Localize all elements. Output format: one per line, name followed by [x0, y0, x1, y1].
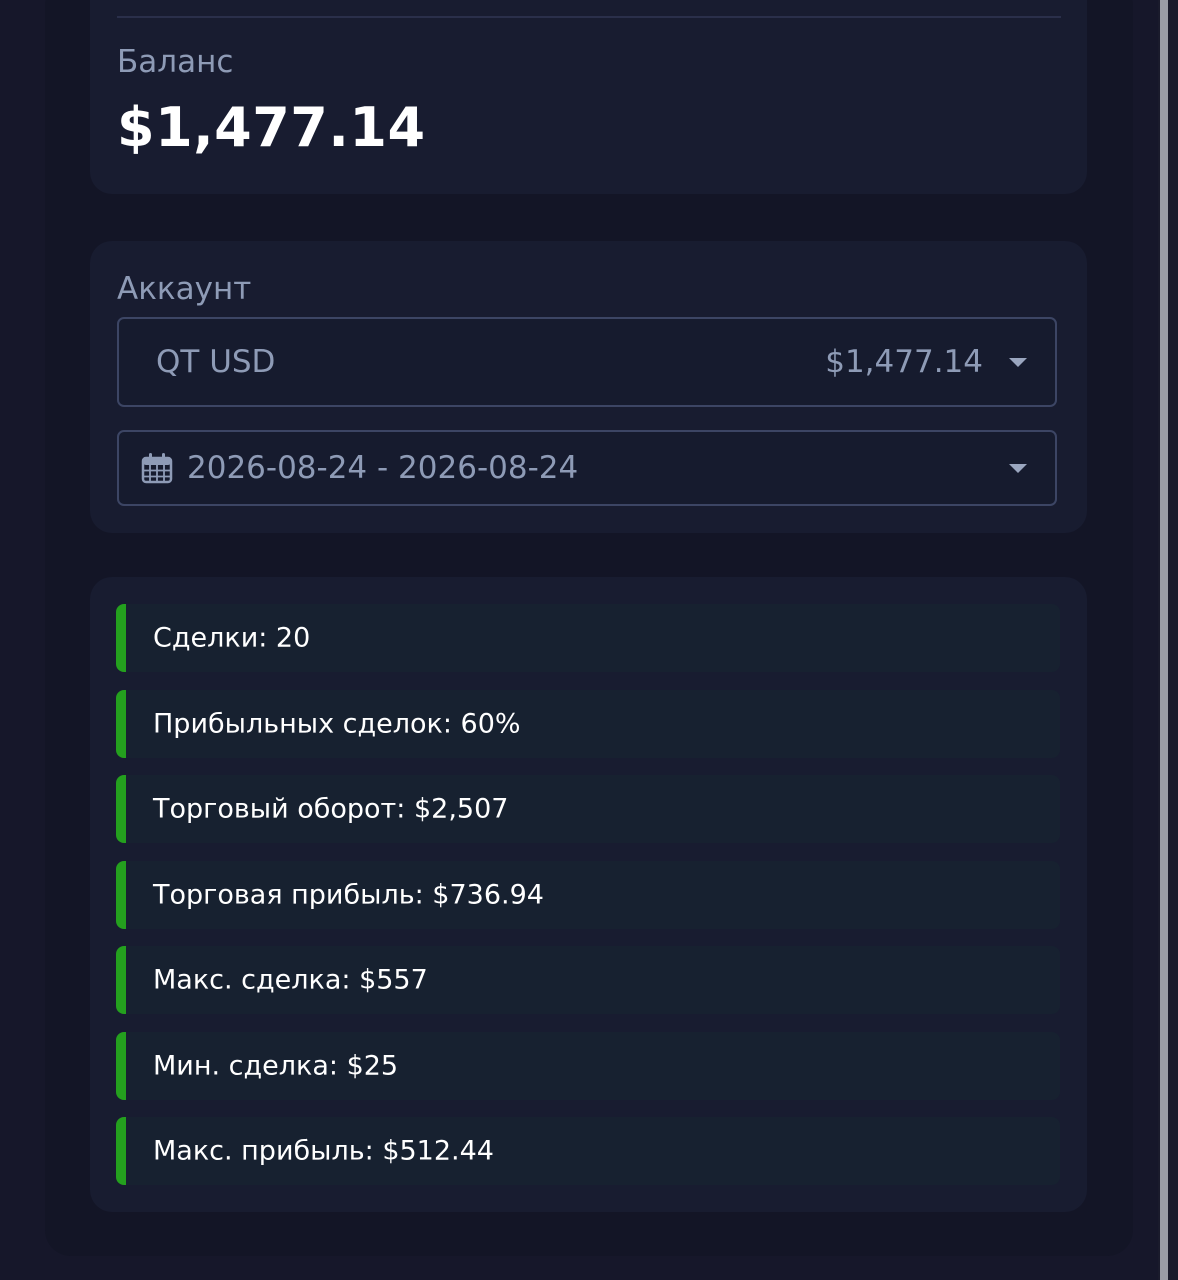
stat-row-trades: Сделки: 20	[116, 604, 1060, 672]
stat-text: Прибыльных сделок: 60%	[153, 708, 521, 740]
stat-text: Макс. прибыль: $512.44	[153, 1135, 494, 1167]
stat-text: Торговая прибыль: $736.94	[153, 879, 544, 911]
date-range-picker[interactable]: 2026-08-24 - 2026-08-24	[117, 430, 1057, 506]
divider	[117, 16, 1061, 18]
scrollbar-thumb[interactable]	[1160, 0, 1168, 1280]
stats-card: Сделки: 20 Прибыльных сделок: 60% Торгов…	[90, 577, 1087, 1212]
stat-row-max-trade: Макс. сделка: $557	[116, 946, 1060, 1014]
chevron-down-icon	[1009, 464, 1027, 473]
balance-card: Баланс $1,477.14	[90, 0, 1087, 194]
calendar-icon	[141, 453, 173, 484]
stat-text: Сделки: 20	[153, 622, 311, 654]
page: Баланс $1,477.14 Аккаунт QT USD $1,477.1…	[0, 0, 1178, 1280]
account-select[interactable]: QT USD $1,477.14	[117, 317, 1057, 407]
stat-row-profit: Торговая прибыль: $736.94	[116, 861, 1060, 929]
chevron-down-icon	[1009, 358, 1027, 367]
account-card: Аккаунт QT USD $1,477.14 2026-08-24 - 20…	[90, 241, 1087, 533]
account-select-amount: $1,477.14	[825, 344, 983, 380]
stat-row-turnover: Торговый оборот: $2,507	[116, 775, 1060, 843]
balance-label: Баланс	[117, 44, 234, 80]
account-label: Аккаунт	[117, 271, 252, 307]
stat-text: Торговый оборот: $2,507	[153, 793, 509, 825]
stat-text: Мин. сделка: $25	[153, 1050, 399, 1082]
stat-row-profitable-trades: Прибыльных сделок: 60%	[116, 690, 1060, 758]
account-select-name: QT USD	[156, 344, 276, 380]
stat-text: Макс. сделка: $557	[153, 964, 428, 996]
date-range-text: 2026-08-24 - 2026-08-24	[187, 450, 579, 486]
stat-row-max-profit: Макс. прибыль: $512.44	[116, 1117, 1060, 1185]
stat-row-min-trade: Мин. сделка: $25	[116, 1032, 1060, 1100]
balance-value: $1,477.14	[117, 96, 426, 159]
